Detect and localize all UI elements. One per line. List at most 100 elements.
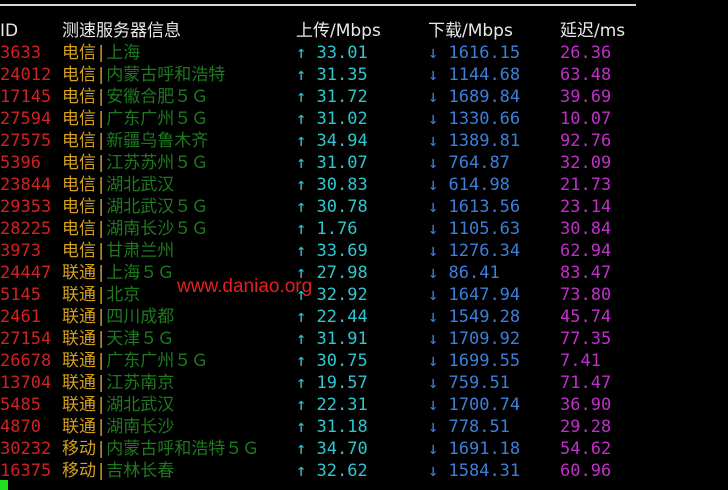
server-info: 联通|北京: [62, 284, 140, 306]
download-value: 1144.68: [448, 65, 521, 85]
upload-value: 31.91: [316, 329, 368, 349]
separator-glyph: |: [96, 153, 107, 173]
terminal-window[interactable]: ID 测速服务器信息 上传/Mbps 下载/Mbps 延迟/ms 3633 电信|…: [0, 0, 728, 490]
server-id: 23844: [0, 175, 52, 195]
download-speed: ↓ 778.51: [428, 416, 510, 438]
upload-value: 32.62: [316, 461, 368, 481]
up-arrow-icon: ↑: [296, 307, 307, 327]
download-value: 759.51: [448, 373, 510, 393]
isp-name: 电信: [62, 175, 96, 195]
table-row: 2461 联通|四川成都 ↑ 22.44 ↓ 1549.28 45.74: [0, 306, 728, 328]
up-arrow-icon: ↑: [296, 373, 307, 393]
server-info: 移动|吉林长春: [62, 460, 174, 482]
header-id: ID: [0, 21, 19, 41]
server-id: 24447: [0, 263, 52, 283]
download-speed: ↓ 1689.84: [428, 86, 520, 108]
upload-speed: ↑ 31.35: [296, 64, 368, 86]
server-id: 2461: [0, 307, 41, 327]
up-arrow-icon: ↑: [296, 219, 307, 239]
upload-speed: ↑ 34.94: [296, 130, 368, 152]
upload-speed: ↑ 1.76: [296, 218, 357, 240]
city-name: 广东广州５Ｇ: [106, 351, 209, 371]
isp-name: 联通: [62, 285, 96, 305]
download-speed: ↓ 1700.74: [428, 394, 520, 416]
latency-value: 73.80: [560, 285, 612, 305]
city-name: 内蒙古呼和浩特５Ｇ: [106, 439, 260, 459]
separator-glyph: |: [96, 461, 107, 481]
server-info: 联通|江苏南京: [62, 372, 174, 394]
city-name: 湖北武汉５Ｇ: [106, 197, 209, 217]
upload-speed: ↑ 22.44: [296, 306, 368, 328]
down-arrow-icon: ↓: [428, 351, 439, 371]
upload-value: 31.02: [316, 109, 368, 129]
table-row: 24012 电信|内蒙古呼和浩特 ↑ 31.35 ↓ 1144.68 63.48: [0, 64, 728, 86]
server-info: 电信|甘肃兰州: [62, 240, 174, 262]
isp-name: 电信: [62, 219, 96, 239]
download-speed: ↓ 1691.18: [428, 438, 520, 460]
down-arrow-icon: ↓: [428, 263, 439, 283]
isp-name: 联通: [62, 351, 96, 371]
isp-name: 电信: [62, 65, 96, 85]
isp-name: 联通: [62, 395, 96, 415]
city-name: 四川成都: [106, 307, 175, 327]
upload-speed: ↑ 33.01: [296, 42, 368, 64]
table-row: 27575 电信|新疆乌鲁木齐 ↑ 34.94 ↓ 1389.81 92.76: [0, 130, 728, 152]
separator-glyph: |: [96, 241, 107, 261]
server-id: 5485: [0, 395, 41, 415]
latency-value: 63.48: [560, 65, 612, 85]
server-id: 24012: [0, 65, 52, 85]
server-id: 17145: [0, 87, 52, 107]
download-value: 1613.56: [448, 197, 521, 217]
city-name: 北京: [106, 285, 141, 305]
latency-value: 23.14: [560, 197, 612, 217]
download-speed: ↓ 759.51: [428, 372, 510, 394]
up-arrow-icon: ↑: [296, 131, 307, 151]
download-speed: ↓ 614.98: [428, 174, 510, 196]
download-speed: ↓ 86.41: [428, 262, 500, 284]
separator-glyph: |: [96, 285, 107, 305]
download-value: 1647.94: [448, 285, 521, 305]
isp-name: 移动: [62, 461, 96, 481]
latency-value: 10.07: [560, 109, 612, 129]
separator-glyph: |: [96, 197, 107, 217]
down-arrow-icon: ↓: [428, 395, 439, 415]
upload-speed: ↑ 32.62: [296, 460, 368, 482]
latency-value: 26.36: [560, 43, 612, 63]
latency-value: 39.69: [560, 87, 612, 107]
table-row: 27154 联通|天津５Ｇ ↑ 31.91 ↓ 1709.92 77.35: [0, 328, 728, 350]
city-name: 湖南长沙: [106, 417, 175, 437]
download-speed: ↓ 1549.28: [428, 306, 520, 328]
latency-value: 30.84: [560, 219, 612, 239]
server-id: 27594: [0, 109, 52, 129]
table-row: 13704 联通|江苏南京 ↑ 19.57 ↓ 759.51 71.47: [0, 372, 728, 394]
server-info: 电信|广东广州５Ｇ: [62, 108, 208, 130]
up-arrow-icon: ↑: [296, 351, 307, 371]
download-speed: ↓ 1699.55: [428, 350, 520, 372]
server-info: 电信|湖南长沙５Ｇ: [62, 218, 208, 240]
upload-value: 30.83: [316, 175, 368, 195]
latency-value: 36.90: [560, 395, 612, 415]
isp-name: 电信: [62, 87, 96, 107]
city-name: 江苏南京: [106, 373, 175, 393]
up-arrow-icon: ↑: [296, 43, 307, 63]
download-value: 86.41: [448, 263, 500, 283]
latency-value: 21.73: [560, 175, 612, 195]
server-id: 5145: [0, 285, 41, 305]
table-row: 27594 电信|广东广州５Ｇ ↑ 31.02 ↓ 1330.66 10.07: [0, 108, 728, 130]
server-id: 13704: [0, 373, 52, 393]
upload-value: 34.70: [316, 439, 368, 459]
isp-name: 电信: [62, 241, 96, 261]
download-value: 1709.92: [448, 329, 521, 349]
table-row: 5485 联通|湖北武汉 ↑ 22.31 ↓ 1700.74 36.90: [0, 394, 728, 416]
down-arrow-icon: ↓: [428, 307, 439, 327]
server-info: 联通|湖南长沙: [62, 416, 174, 438]
server-info: 联通|广东广州５Ｇ: [62, 350, 208, 372]
up-arrow-icon: ↑: [296, 153, 307, 173]
terminal-cursor: [0, 480, 8, 490]
upload-value: 19.57: [316, 373, 368, 393]
download-value: 1689.84: [448, 87, 521, 107]
upload-value: 27.98: [316, 263, 368, 283]
download-value: 1700.74: [448, 395, 521, 415]
isp-name: 联通: [62, 329, 96, 349]
city-name: 内蒙古呼和浩特: [106, 65, 226, 85]
